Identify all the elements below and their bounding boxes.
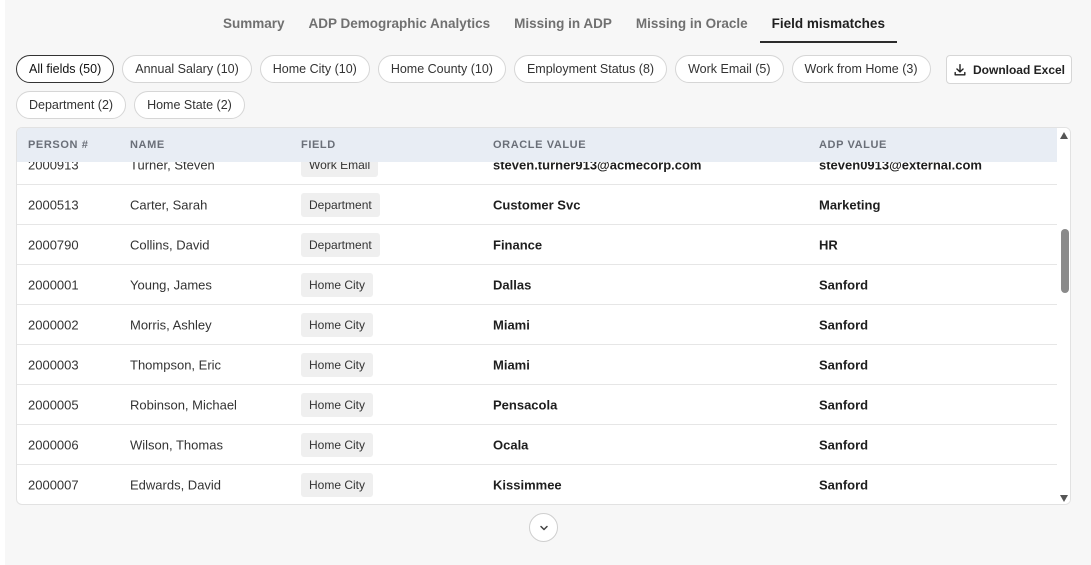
field-badge: Home City	[301, 352, 374, 377]
scroll-down-arrow-icon[interactable]	[1060, 495, 1068, 502]
table-body: 2000913 Turner, Steven Work Email steven…	[17, 145, 1057, 504]
column-header-oracle-value[interactable]: ORACLE VALUE	[493, 139, 586, 151]
table-header: PERSON # NAME FIELD ORACLE VALUE ADP VAL…	[17, 128, 1057, 162]
tab-bar: Summary ADP Demographic Analytics Missin…	[211, 0, 897, 43]
filter-chip-employment-status[interactable]: Employment Status (8)	[513, 55, 668, 83]
filter-chip-work-email[interactable]: Work Email (5)	[675, 55, 784, 83]
person-name: Morris, Ashley	[130, 317, 212, 332]
download-icon	[954, 63, 966, 76]
person-number: 2000007	[28, 477, 79, 492]
table-row[interactable]: 2000005 Robinson, Michael Home City Pens…	[17, 385, 1057, 425]
adp-value: Sanford	[819, 397, 869, 412]
adp-value: Sanford	[819, 317, 869, 332]
field-badge: Department	[301, 232, 380, 257]
tab-missing-in-adp[interactable]: Missing in ADP	[502, 0, 624, 43]
person-name: Thompson, Eric	[130, 357, 222, 372]
scrollbar-thumb[interactable]	[1061, 229, 1069, 293]
adp-value: Marketing	[819, 197, 881, 212]
table-row[interactable]: 2000007 Edwards, David Home City Kissimm…	[17, 465, 1057, 504]
filter-chip-all-fields[interactable]: All fields (50)	[16, 55, 115, 83]
oracle-value: Dallas	[493, 277, 532, 292]
adp-value: Sanford	[819, 277, 869, 292]
oracle-value: Customer Svc	[493, 197, 581, 212]
oracle-value: Miami	[493, 357, 530, 372]
person-number: 2000003	[28, 357, 79, 372]
adp-value: Sanford	[819, 477, 869, 492]
person-number: 2000790	[28, 237, 79, 252]
person-name: Edwards, David	[130, 477, 222, 492]
adp-value: HR	[819, 237, 838, 252]
person-name: Young, James	[130, 277, 212, 292]
person-number: 2000006	[28, 437, 79, 452]
person-number: 2000513	[28, 197, 79, 212]
person-number: 2000002	[28, 317, 79, 332]
person-name: Wilson, Thomas	[130, 437, 223, 452]
filter-chip-work-from-home[interactable]: Work from Home (3)	[791, 55, 931, 83]
person-number: 2000005	[28, 397, 79, 412]
table-row[interactable]: 2000006 Wilson, Thomas Home City Ocala S…	[17, 425, 1057, 465]
mismatch-table: 2000913 Turner, Steven Work Email steven…	[16, 127, 1071, 505]
tab-missing-in-oracle[interactable]: Missing in Oracle	[624, 0, 760, 43]
scroll-up-arrow-icon[interactable]	[1060, 132, 1068, 139]
table-scrollbar[interactable]	[1057, 128, 1070, 504]
filter-chip-department[interactable]: Department (2)	[16, 91, 127, 119]
column-header-adp-value[interactable]: ADP VALUE	[819, 139, 887, 151]
oracle-value: Ocala	[493, 437, 529, 452]
field-badge: Home City	[301, 432, 374, 457]
tab-field-mismatches[interactable]: Field mismatches	[759, 0, 897, 43]
filter-chip-home-city[interactable]: Home City (10)	[259, 55, 370, 83]
field-filter-chips: All fields (50) Annual Salary (10) Home …	[16, 55, 936, 119]
tab-summary[interactable]: Summary	[211, 0, 297, 43]
filter-chip-home-county[interactable]: Home County (10)	[377, 55, 506, 83]
oracle-value: Kissimmee	[493, 477, 562, 492]
oracle-value: Finance	[493, 237, 543, 252]
table-row[interactable]: 2000001 Young, James Home City Dallas Sa…	[17, 265, 1057, 305]
field-badge: Home City	[301, 472, 374, 497]
column-header-name[interactable]: NAME	[130, 139, 165, 151]
download-excel-button[interactable]: Download Excel	[946, 55, 1072, 84]
tab-adp-demographic-analytics[interactable]: ADP Demographic Analytics	[297, 0, 503, 43]
table-row[interactable]: 2000790 Collins, David Department Financ…	[17, 225, 1057, 265]
table-row[interactable]: 2000513 Carter, Sarah Department Custome…	[17, 185, 1057, 225]
filter-chip-annual-salary[interactable]: Annual Salary (10)	[122, 55, 252, 83]
field-badge: Home City	[301, 312, 374, 337]
person-name: Carter, Sarah	[130, 197, 208, 212]
column-header-person[interactable]: PERSON #	[28, 139, 88, 151]
field-badge: Home City	[301, 272, 374, 297]
table-row[interactable]: 2000002 Morris, Ashley Home City Miami S…	[17, 305, 1057, 345]
filter-chip-home-state[interactable]: Home State (2)	[134, 91, 245, 119]
oracle-value: Pensacola	[493, 397, 558, 412]
chevron-down-icon	[539, 525, 548, 530]
person-name: Collins, David	[130, 237, 210, 252]
adp-value: Sanford	[819, 437, 869, 452]
expand-table-button[interactable]	[529, 513, 558, 542]
person-number: 2000001	[28, 277, 79, 292]
field-badge: Home City	[301, 392, 374, 417]
adp-value: Sanford	[819, 357, 869, 372]
oracle-value: Miami	[493, 317, 530, 332]
download-excel-label: Download Excel	[972, 62, 1066, 77]
person-name: Robinson, Michael	[130, 397, 237, 412]
table-row[interactable]: 2000003 Thompson, Eric Home City Miami S…	[17, 345, 1057, 385]
column-header-field[interactable]: FIELD	[301, 139, 336, 151]
field-badge: Department	[301, 192, 380, 217]
